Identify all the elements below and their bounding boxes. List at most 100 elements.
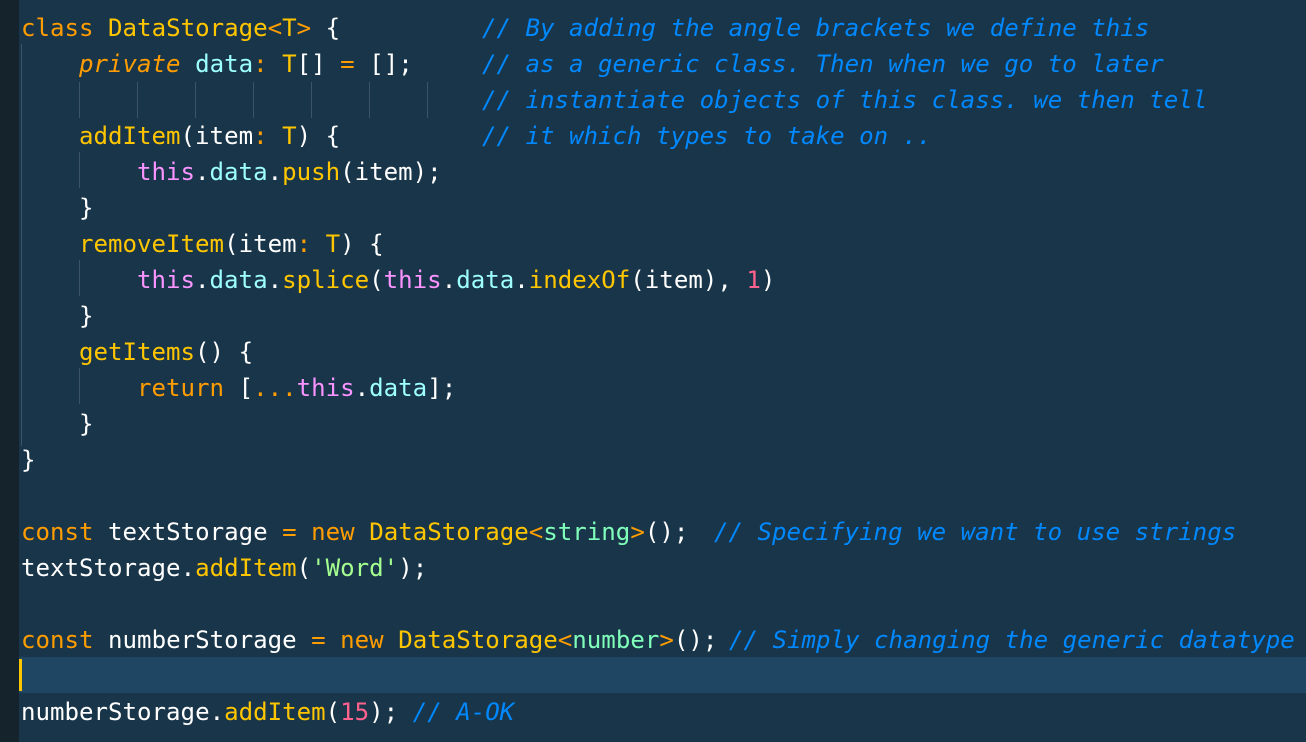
punctuation: . xyxy=(354,374,370,402)
operator: = xyxy=(340,50,355,78)
method-name: push xyxy=(282,158,341,186)
method-name: addItem xyxy=(224,698,326,726)
function-name: addItem xyxy=(79,122,181,150)
active-line-highlight xyxy=(19,657,1306,693)
params: (item xyxy=(224,230,297,258)
punctuation: ); xyxy=(398,554,428,582)
params: (item); xyxy=(340,158,442,186)
code-line[interactable]: const numberStorage = new DataStorage<nu… xyxy=(21,622,717,658)
punctuation: } xyxy=(79,194,94,222)
punctuation: ]; xyxy=(427,374,457,402)
punctuation: < xyxy=(557,626,573,654)
this-keyword: this xyxy=(383,266,442,294)
code-line[interactable]: } xyxy=(79,298,94,334)
punctuation: } xyxy=(79,302,94,330)
type-param: T xyxy=(282,14,297,42)
variable: numberStorage xyxy=(21,698,210,726)
code-line[interactable]: const textStorage = new DataStorage<stri… xyxy=(21,514,688,550)
method-name: addItem xyxy=(195,554,297,582)
indent-guide xyxy=(79,82,80,118)
indent-guide xyxy=(79,368,80,404)
spread-operator: ... xyxy=(253,374,297,402)
punctuation: [ xyxy=(238,374,254,402)
punctuation: : xyxy=(253,122,268,150)
this-keyword: this xyxy=(137,266,196,294)
code-line[interactable]: getItems() { xyxy=(79,334,253,370)
indent-guide xyxy=(427,82,428,118)
punctuation: > xyxy=(296,14,312,42)
function-name: getItems xyxy=(79,338,196,366)
code-line[interactable]: } xyxy=(79,406,94,442)
number-literal: 15 xyxy=(340,698,370,726)
punctuation: . xyxy=(195,266,210,294)
code-line[interactable]: } xyxy=(79,190,94,226)
value: []; xyxy=(369,50,413,78)
code-line[interactable]: numberStorage.addItem(15); // A-OK xyxy=(21,694,514,730)
punctuation: ) xyxy=(760,266,776,294)
type-name: number xyxy=(572,626,660,654)
punctuation: . xyxy=(267,158,283,186)
indent-guide xyxy=(21,44,22,446)
code-line[interactable]: addItem(item: T) { xyxy=(79,118,340,154)
punctuation: ( xyxy=(296,554,312,582)
text-cursor xyxy=(19,659,22,691)
indent-guide xyxy=(195,82,196,118)
params: (item), xyxy=(630,266,747,294)
punctuation: . xyxy=(514,266,529,294)
keyword: const xyxy=(21,626,94,654)
indent-guide xyxy=(369,82,370,118)
code-comment: // as a generic class. Then when we go t… xyxy=(482,50,1164,78)
punctuation: > xyxy=(630,518,645,546)
code-line[interactable]: return [...this.data]; xyxy=(137,370,456,406)
params: () { xyxy=(195,338,254,366)
editor-gutter xyxy=(0,0,19,742)
punctuation: . xyxy=(267,266,283,294)
code-comment: // Specifying we want to use strings xyxy=(714,518,1237,546)
code-line[interactable]: textStorage.addItem('Word'); xyxy=(21,550,427,586)
variable: textStorage xyxy=(21,554,181,582)
punctuation: (); xyxy=(644,518,689,546)
params: (item xyxy=(180,122,254,150)
operator: = xyxy=(282,518,297,546)
variable: numberStorage xyxy=(108,626,297,654)
code-line[interactable]: this.data.splice(this.data.indexOf(item)… xyxy=(137,262,775,298)
property: data xyxy=(195,50,254,78)
indent-guide xyxy=(79,260,80,296)
code-comment: // Simply changing the generic datatype xyxy=(729,626,1295,654)
keyword: class xyxy=(21,14,94,42)
punctuation: { xyxy=(325,14,341,42)
type-param: T xyxy=(325,230,341,258)
method-name: splice xyxy=(282,266,370,294)
number-literal: 1 xyxy=(746,266,761,294)
code-line[interactable]: private data: T[] = []; xyxy=(79,46,413,82)
class-name: DataStorage xyxy=(108,14,268,42)
property: data xyxy=(209,266,268,294)
params: ) { xyxy=(296,122,341,150)
code-line[interactable]: removeItem(item: T) { xyxy=(79,226,384,262)
function-name: removeItem xyxy=(79,230,225,258)
type-param: T xyxy=(282,122,297,150)
code-line[interactable]: } xyxy=(21,442,36,478)
code-comment: // A-OK xyxy=(412,698,515,726)
operator: = xyxy=(311,626,326,654)
keyword: private xyxy=(79,50,181,78)
this-keyword: this xyxy=(296,374,355,402)
type-name: string xyxy=(543,518,631,546)
code-line[interactable]: this.data.push(item); xyxy=(137,154,442,190)
property: data xyxy=(209,158,268,186)
indent-guide xyxy=(311,82,312,118)
code-comment: // By adding the angle brackets we defin… xyxy=(482,14,1150,42)
punctuation: > xyxy=(659,626,674,654)
code-line[interactable]: class DataStorage<T> { xyxy=(21,10,340,46)
punctuation: < xyxy=(528,518,544,546)
keyword: return xyxy=(137,374,225,402)
class-name: DataStorage xyxy=(398,626,558,654)
code-editor[interactable]: class DataStorage<T> { // By adding the … xyxy=(0,0,1306,742)
punctuation: . xyxy=(195,158,210,186)
punctuation: [] xyxy=(296,50,326,78)
method-name: indexOf xyxy=(528,266,631,294)
punctuation: : xyxy=(296,230,312,258)
string-literal: 'Word' xyxy=(311,554,399,582)
indent-guide xyxy=(253,82,254,118)
punctuation: (); xyxy=(673,626,718,654)
